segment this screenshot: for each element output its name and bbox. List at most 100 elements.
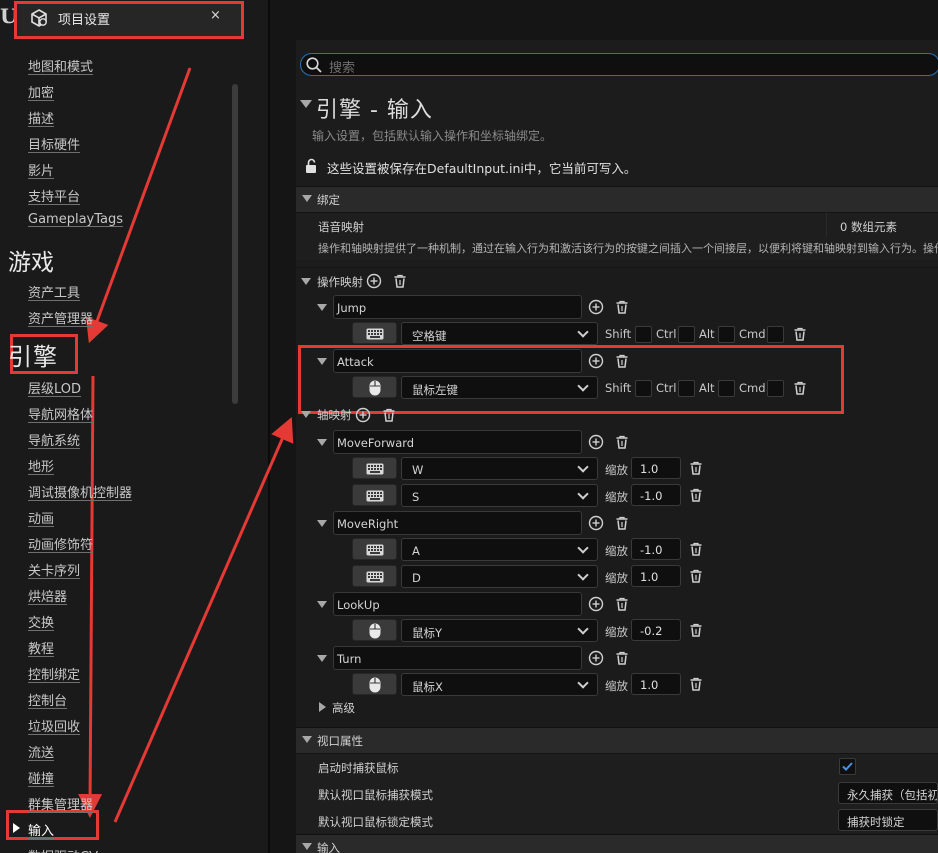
delete-key-icon[interactable] [688, 568, 704, 584]
sidebar-nav-item[interactable]: 流送 [28, 742, 54, 761]
delete-key-icon[interactable] [688, 676, 704, 692]
sidebar-item-input-selected[interactable]: 输入 [28, 820, 54, 839]
sidebar-nav-item[interactable]: 关卡序列 [28, 560, 80, 579]
delete-key-icon[interactable] [792, 326, 808, 342]
collapse-caret-icon[interactable] [317, 439, 327, 446]
key-select[interactable]: D [401, 565, 598, 588]
scale-label: 缩放 [605, 490, 628, 504]
scale-input[interactable]: -0.2 [631, 619, 681, 641]
mapping-name-field[interactable]: Turn [333, 646, 582, 670]
mapping-name-field[interactable]: Jump [333, 295, 582, 319]
keyboard-device-button[interactable] [352, 457, 397, 479]
collapse-caret-icon[interactable] [317, 304, 327, 311]
key-select[interactable]: 空格键 [401, 322, 598, 345]
sidebar-nav-item[interactable]: 交换 [28, 612, 54, 631]
keyboard-device-button[interactable] [352, 565, 397, 587]
sidebar-nav-item[interactable]: 目标硬件 [28, 134, 80, 153]
sidebar-nav-item[interactable]: 资产管理器 [28, 308, 93, 327]
delete-key-icon[interactable] [792, 380, 808, 396]
sidebar-nav-item[interactable]: 影片 [28, 160, 54, 179]
sidebar-nav-item[interactable]: 群集管理器 [28, 794, 93, 813]
sidebar-nav-item[interactable]: GameplayTags [28, 212, 123, 227]
add-key-icon[interactable] [588, 434, 604, 450]
keyboard-device-button[interactable] [352, 484, 397, 506]
keyboard-device-button[interactable] [352, 322, 397, 344]
key-select[interactable]: A [401, 538, 598, 561]
scale-input[interactable]: -1.0 [631, 538, 681, 560]
modifier-checkbox-shift[interactable] [635, 326, 652, 343]
sidebar-nav-item[interactable]: 碰撞 [28, 768, 54, 787]
modifier-checkbox-alt[interactable] [718, 326, 735, 343]
scale-input[interactable]: -1.0 [631, 484, 681, 506]
sidebar-nav-item[interactable]: 层级LOD [28, 378, 81, 397]
add-key-icon[interactable] [588, 596, 604, 612]
sidebar-nav-item[interactable]: 支持平台 [28, 186, 80, 205]
expand-caret-icon[interactable] [319, 702, 326, 712]
key-select[interactable]: S [401, 484, 598, 507]
key-select[interactable]: 鼠标左键 [401, 376, 598, 399]
delete-key-icon[interactable] [688, 541, 704, 557]
add-key-icon[interactable] [588, 299, 604, 315]
scale-label: 缩放 [605, 625, 628, 639]
sidebar-nav-item[interactable]: 调试摄像机控制器 [28, 482, 132, 501]
add-key-icon[interactable] [588, 353, 604, 369]
add-key-icon[interactable] [588, 515, 604, 531]
modifier-checkbox-ctrl[interactable] [678, 326, 695, 343]
mouse-device-button[interactable] [352, 376, 397, 398]
sidebar-nav-item[interactable]: 导航网格体 [28, 404, 93, 423]
delete-key-icon[interactable] [688, 460, 704, 476]
delete-mapping-icon[interactable] [614, 434, 630, 450]
mapping-name-field[interactable]: MoveRight [333, 511, 582, 535]
clear-action-mappings-icon[interactable] [392, 273, 408, 289]
key-select[interactable]: W [401, 457, 598, 480]
key-select[interactable]: 鼠标Y [401, 619, 598, 642]
modifier-checkbox-shift[interactable] [635, 380, 652, 397]
mouse-device-button[interactable] [352, 619, 397, 641]
delete-key-icon[interactable] [688, 622, 704, 638]
modifier-checkbox-cmd[interactable] [767, 380, 784, 397]
scale-input[interactable]: 1.0 [631, 673, 681, 695]
mapping-name-field[interactable]: LookUp [333, 592, 582, 616]
delete-mapping-icon[interactable] [614, 650, 630, 666]
collapse-caret-icon[interactable] [317, 601, 327, 608]
sidebar-nav-item[interactable]: 教程 [28, 638, 54, 657]
add-action-mapping-icon[interactable] [366, 273, 382, 289]
advanced-label[interactable]: 高级 [332, 700, 355, 716]
collapse-caret-icon[interactable] [301, 278, 311, 285]
delete-mapping-icon[interactable] [614, 596, 630, 612]
collapse-caret-icon[interactable] [301, 411, 311, 418]
sidebar-nav-item[interactable]: 垃圾回收 [28, 716, 80, 735]
modifier-checkbox-cmd[interactable] [767, 326, 784, 343]
scale-input[interactable]: 1.0 [631, 457, 681, 479]
collapse-caret-icon[interactable] [317, 520, 327, 527]
sidebar-nav-item[interactable]: 控制台 [28, 690, 67, 709]
sidebar-nav-item[interactable]: 地图和模式 [28, 56, 93, 75]
sidebar-nav-item[interactable]: 动画修饰符 [28, 534, 93, 553]
modifier-checkbox-alt[interactable] [718, 380, 735, 397]
mapping-name-field[interactable]: Attack [333, 349, 582, 373]
collapse-caret-icon[interactable] [317, 358, 327, 365]
sidebar-nav-item[interactable]: 描述 [28, 108, 54, 127]
sidebar-nav-item[interactable]: 资产工具 [28, 282, 80, 301]
sidebar-nav-item[interactable]: 控制绑定 [28, 664, 80, 683]
mouse-device-button[interactable] [352, 673, 397, 695]
add-axis-mapping-icon[interactable] [355, 407, 371, 423]
mapping-name-field[interactable]: MoveForward [333, 430, 582, 454]
delete-key-icon[interactable] [688, 487, 704, 503]
sidebar-nav-item[interactable]: 加密 [28, 82, 54, 101]
add-key-icon[interactable] [588, 650, 604, 666]
sidebar-nav-item[interactable]: 地形 [28, 456, 54, 475]
delete-mapping-icon[interactable] [614, 299, 630, 315]
sidebar-nav-item[interactable]: 动画 [28, 508, 54, 527]
delete-mapping-icon[interactable] [614, 353, 630, 369]
sidebar-nav-item[interactable]: 数据驱动CVars [28, 846, 117, 853]
clear-axis-mappings-icon[interactable] [381, 407, 397, 423]
keyboard-device-button[interactable] [352, 538, 397, 560]
scale-input[interactable]: 1.0 [631, 565, 681, 587]
sidebar-nav-item[interactable]: 烘焙器 [28, 586, 67, 605]
modifier-checkbox-ctrl[interactable] [678, 380, 695, 397]
delete-mapping-icon[interactable] [614, 515, 630, 531]
collapse-caret-icon[interactable] [317, 655, 327, 662]
sidebar-nav-item[interactable]: 导航系统 [28, 430, 80, 449]
key-select[interactable]: 鼠标X [401, 673, 598, 696]
